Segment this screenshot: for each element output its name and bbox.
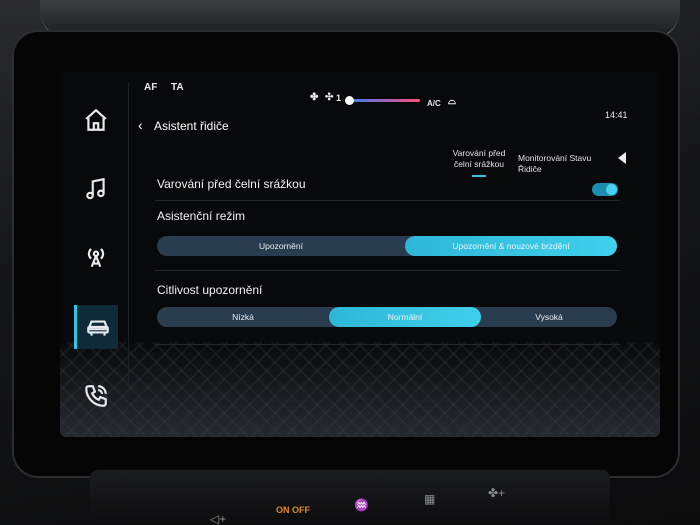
phone-icon — [85, 385, 107, 407]
tab-collision-warning[interactable]: Varování před čelní srážkou — [450, 148, 508, 170]
af-indicator: AF — [144, 82, 158, 93]
assist-mode-option-warning-braking[interactable]: Upozornění & nouzové brzdění — [405, 236, 617, 256]
temperature-slider-knob[interactable] — [345, 96, 354, 105]
temperature-slider[interactable] — [350, 99, 420, 102]
hazard-on-label: ON — [276, 505, 290, 515]
defrost-front-icon[interactable]: ♒ — [354, 498, 369, 512]
fan-level: 1 — [336, 93, 342, 103]
collision-warning-label: Varování před čelní srážkou — [157, 177, 306, 191]
infotainment-screen: AF TA ✤ ✣ 1 A/C ⌓ 14:41 ‹ Asistent řidič… — [60, 72, 660, 437]
ta-indicator: TA — [171, 82, 184, 93]
sensitivity-option-normal[interactable]: Normální — [329, 307, 481, 327]
music-icon — [86, 177, 105, 200]
tab-label-line2: čelní srážkou — [453, 159, 505, 169]
ac-indicator[interactable]: A/C — [427, 99, 441, 108]
sidebar-item-home[interactable] — [74, 98, 118, 142]
physical-controls — [90, 470, 610, 525]
sensitivity-option-high[interactable]: Vysoká — [481, 307, 617, 327]
row-divider — [155, 270, 620, 271]
back-icon[interactable]: ‹ — [138, 117, 143, 133]
sidebar-item-radio[interactable] — [74, 235, 118, 279]
tab-label-line1: Varování před — [452, 148, 506, 158]
defrost-rear-icon[interactable]: ▦ — [424, 492, 435, 506]
tabs-scroll-left-icon[interactable] — [618, 152, 626, 164]
sensitivity-option-low[interactable]: Nízká — [157, 307, 329, 327]
sidebar-divider — [128, 82, 129, 412]
home-icon — [85, 108, 107, 131]
volume-icon[interactable]: ◁+ — [210, 512, 226, 525]
hazard-off-label: OFF — [292, 505, 311, 515]
car-icon — [86, 320, 109, 336]
assist-mode-label: Asistenční režim — [157, 209, 246, 223]
radio-icon — [87, 248, 105, 268]
row-divider — [155, 200, 620, 201]
fan-icon[interactable]: ✤ — [310, 92, 318, 103]
sidebar — [60, 72, 126, 437]
sensitivity-label: Citlivost upozornění — [157, 283, 263, 297]
sidebar-item-car[interactable] — [74, 305, 118, 349]
fan-button-icon[interactable]: ✤+ — [488, 486, 505, 500]
sensitivity-selector: Nízká Normální Vysoká — [157, 307, 617, 327]
background-pattern — [60, 342, 660, 437]
page-title: Asistent řidiče — [154, 119, 229, 133]
tab-label: Monitorování Stavu Řidiče — [518, 153, 592, 174]
assist-mode-selector: Upozornění Upozornění & nouzové brzdění — [157, 236, 617, 256]
recirculation-icon[interactable]: ⌓ — [448, 96, 456, 107]
toggle-knob — [606, 184, 617, 195]
clock: 14:41 — [605, 110, 628, 120]
tab-active-indicator — [472, 175, 486, 177]
assist-mode-option-warning[interactable]: Upozornění — [157, 236, 405, 256]
collision-warning-toggle[interactable] — [592, 183, 618, 196]
tab-driver-monitoring[interactable]: Monitorování Stavu Řidiče — [518, 153, 616, 175]
sidebar-item-music[interactable] — [74, 167, 118, 211]
hazard-button[interactable]: ON OFF — [276, 505, 310, 515]
row-divider — [155, 344, 620, 345]
fan-speed-icon: ✣ — [325, 92, 334, 103]
sidebar-item-phone[interactable] — [74, 374, 118, 418]
